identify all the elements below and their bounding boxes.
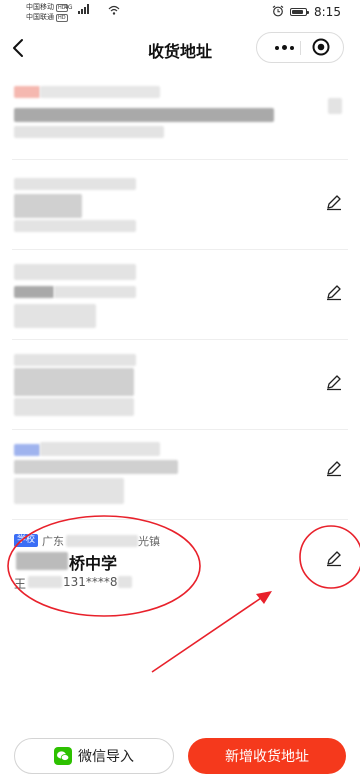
capsule-divider xyxy=(300,41,301,55)
phone-blurred xyxy=(118,576,132,588)
bottom-bar: 微信导入 新增收货地址 xyxy=(0,726,360,780)
carrier-2-label: 中国联通 xyxy=(26,13,54,21)
wechat-import-button[interactable]: 微信导入 xyxy=(14,738,174,774)
address-detail-blurred xyxy=(14,108,274,122)
address-detail-blurred-2 xyxy=(54,286,136,298)
contact-name: 王 xyxy=(14,577,27,591)
address-contact-blurred xyxy=(14,220,136,232)
add-address-label: 新增收货地址 xyxy=(225,749,309,765)
address-region-blurred xyxy=(40,442,160,456)
address-detail-blurred xyxy=(14,286,54,298)
target-icon[interactable] xyxy=(312,38,330,56)
school-tag-badge: 学校 xyxy=(14,534,39,547)
address-contact-blurred xyxy=(14,478,124,504)
school-name: 桥中学 xyxy=(69,554,118,573)
address-item[interactable] xyxy=(0,250,360,340)
alarm-icon xyxy=(272,5,284,17)
battery-icon xyxy=(290,8,309,16)
status-bar: 中国移动 HD 中国联通 HD 4G 8:15 xyxy=(0,0,360,26)
edit-icon-blurred xyxy=(328,98,342,114)
edit-icon[interactable] xyxy=(324,192,344,212)
address-region-blurred xyxy=(40,86,160,98)
mini-program-capsule xyxy=(256,32,344,63)
contact-phone: 131****8 xyxy=(63,575,118,589)
address-region-blurred xyxy=(14,264,136,280)
carrier-1: 中国移动 HD xyxy=(26,3,68,12)
address-item[interactable] xyxy=(0,70,360,160)
address-region-suffix: 光镇 xyxy=(138,535,160,548)
wechat-import-label: 微信导入 xyxy=(78,749,134,765)
wechat-icon xyxy=(54,747,72,765)
address-detail-blurred xyxy=(14,194,82,218)
address-tag-blurred xyxy=(14,444,40,456)
edit-icon[interactable] xyxy=(324,548,344,568)
address-detail-blurred xyxy=(14,460,178,474)
address-contact-blurred xyxy=(14,126,164,138)
nav-bar: 收货地址 xyxy=(0,26,360,70)
address-detail-blurred xyxy=(14,368,134,396)
carrier-1-label: 中国移动 xyxy=(26,3,54,11)
address-region-prefix: 广东 xyxy=(42,535,64,548)
address-tag-blurred xyxy=(14,86,40,98)
edit-icon[interactable] xyxy=(324,282,344,302)
annotation-arrow xyxy=(151,595,265,673)
network-label: 4G xyxy=(64,4,73,11)
address-contact-blurred xyxy=(14,398,134,416)
address-region-blurred xyxy=(66,535,138,547)
address-region-blurred xyxy=(14,354,136,366)
address-item[interactable] xyxy=(0,160,360,250)
edit-icon[interactable] xyxy=(324,458,344,478)
signal-icon xyxy=(78,4,92,14)
address-region-blurred xyxy=(14,178,136,190)
contact-name-blurred xyxy=(28,576,62,588)
more-icon[interactable] xyxy=(267,33,301,62)
address-item[interactable] xyxy=(0,430,360,520)
hd-badge-2: HD xyxy=(56,14,68,22)
clock: 8:15 xyxy=(314,5,341,19)
edit-icon[interactable] xyxy=(324,372,344,392)
address-item[interactable] xyxy=(0,340,360,430)
carrier-2: 中国联通 HD xyxy=(26,13,68,22)
wifi-icon xyxy=(108,5,120,15)
add-address-button[interactable]: 新增收货地址 xyxy=(188,738,346,774)
school-name-blurred xyxy=(16,552,68,570)
address-contact-blurred xyxy=(14,304,96,328)
